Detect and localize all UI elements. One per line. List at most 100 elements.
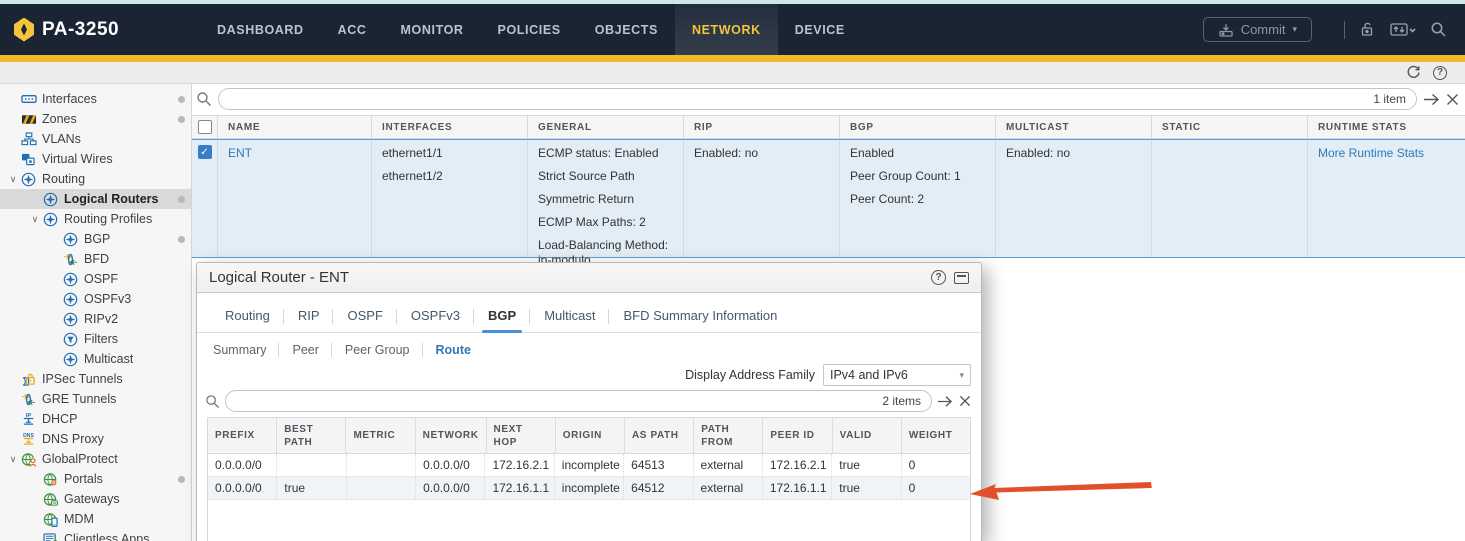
sidebar-item[interactable]: Zones [0,109,191,129]
sidebar-item[interactable]: BFD [0,249,191,269]
routing-profiles-icon [42,212,59,227]
route-column-header[interactable]: BEST PATH [277,418,346,453]
route-table-row[interactable]: 0.0.0.0/0 0.0.0.0/0 172.16.2.1 incomplet… [208,454,970,477]
column-header[interactable]: BGP [840,116,996,138]
sidebar-item[interactable]: Gateways [0,489,191,509]
divider [1344,21,1345,39]
route-column-header[interactable]: WEIGHT [902,418,970,453]
sidebar-item[interactable]: Multicast [0,349,191,369]
clear-filter-icon[interactable] [959,395,971,407]
sidebar-item[interactable]: DNS DNS Proxy [0,429,191,449]
dialog-tab[interactable]: Multicast [530,308,609,332]
paloalto-logo-icon [14,18,34,42]
sidebar-item[interactable]: OSPF [0,269,191,289]
column-header[interactable]: RUNTIME STATS [1308,116,1465,138]
sidebar-item[interactable]: Logical Routers [0,189,191,209]
row-checkbox[interactable]: ✓ [192,140,218,257]
filters-icon [62,332,79,347]
dialog-tab[interactable]: OSPF [333,308,396,332]
sidebar-item[interactable]: Interfaces [0,89,191,109]
apply-filter-icon[interactable] [1423,93,1440,106]
unlock-icon[interactable] [1359,21,1376,38]
sidebar-item[interactable]: OSPFv3 [0,289,191,309]
sidebar-item[interactable]: BGP [0,229,191,249]
sidebar-item[interactable]: Clientless Apps [0,529,191,541]
select-all-checkbox[interactable] [192,116,218,138]
route-column-header[interactable]: AS PATH [625,418,694,453]
dialog-tab[interactable]: BGP [474,308,530,332]
table-header-row: NAME INTERFACES GENERAL RIP BGP MULTICAS… [192,115,1465,139]
column-header[interactable]: MULTICAST [996,116,1152,138]
sidebar-item[interactable]: Filters [0,329,191,349]
sidebar-item-label: Portals [64,472,103,486]
chevron-down-icon[interactable]: ∨ [6,454,20,465]
column-header[interactable]: RIP [684,116,840,138]
route-column-header[interactable]: ORIGIN [556,418,625,453]
nav-tab[interactable]: DEVICE [778,4,862,55]
chevron-down-icon[interactable]: ∨ [6,174,20,185]
router-name-link[interactable]: ENT [228,146,252,160]
route-column-header[interactable]: PATH FROM [694,418,763,453]
column-header[interactable]: INTERFACES [372,116,528,138]
chevron-down-icon[interactable]: ∨ [28,214,42,225]
route-search-input[interactable]: 2 items [225,390,932,412]
nav-tab[interactable]: OBJECTS [578,4,675,55]
address-family-select[interactable]: IPv4 and IPv6 ▾ [823,364,971,386]
sidebar-item-label: OSPFv3 [84,292,131,306]
column-header[interactable]: STATIC [1152,116,1308,138]
route-column-header[interactable]: NETWORK [416,418,487,453]
route-table-row[interactable]: 0.0.0.0/0 true 0.0.0.0/0 172.16.1.1 inco… [208,477,970,500]
refresh-icon[interactable] [1406,65,1421,80]
sidebar-item[interactable]: GRE Tunnels [0,389,191,409]
chevron-down-icon: ▾ [1292,24,1297,35]
sidebar-item[interactable]: IP DHCP [0,409,191,429]
column-header[interactable]: NAME [218,116,372,138]
route-column-header[interactable]: PEER ID [763,418,832,453]
nav-tab[interactable]: NETWORK [675,4,778,55]
table-row[interactable]: ✓ ENT ethernet1/1 ethernet1/2 ECMP statu… [192,139,1465,258]
dialog-subtab[interactable]: Route [423,343,484,357]
nav-tab[interactable]: MONITOR [384,4,481,55]
sidebar-item[interactable]: IPSec Tunnels [0,369,191,389]
dialog-tab[interactable]: RIP [284,308,334,332]
cell-rip: Enabled: no [684,140,840,257]
sidebar-item-label: Logical Routers [64,192,158,206]
route-column-header[interactable]: NEXT HOP [487,418,556,453]
sidebar-item[interactable]: ∨ Routing Profiles [0,209,191,229]
sidebar-item[interactable]: Portals [0,469,191,489]
sidebar-item[interactable]: ∨ GlobalProtect [0,449,191,469]
more-runtime-stats-link[interactable]: More Runtime Stats [1318,146,1424,160]
dialog-tab[interactable]: Routing [211,308,284,332]
sidebar-item[interactable]: RIPv2 [0,309,191,329]
dialog-subtab[interactable]: Summary [213,343,279,357]
config-actions-icon[interactable] [1390,21,1416,38]
dialog-tab[interactable]: OSPFv3 [397,308,474,332]
status-dot [178,96,185,103]
dialog-tab[interactable]: BFD Summary Information [609,308,791,332]
route-column-header[interactable]: PREFIX [208,418,277,453]
nav-tab[interactable]: ACC [321,4,384,55]
apply-filter-icon[interactable] [937,395,953,408]
nav-tab[interactable]: POLICIES [481,4,578,55]
sidebar-item[interactable]: MDM [0,509,191,529]
sidebar-item[interactable]: Virtual Wires [0,149,191,169]
dialog-subtab[interactable]: Peer Group [332,343,423,357]
sidebar-item[interactable]: ∨ Routing [0,169,191,189]
commit-button[interactable]: Commit ▾ [1203,17,1312,42]
sidebar-item[interactable]: VLANs [0,129,191,149]
ipsec-tunnels-icon [20,372,37,387]
nav-tab-label: MONITOR [401,23,464,37]
search-icon[interactable] [1430,21,1447,38]
column-header[interactable]: GENERAL [528,116,684,138]
help-icon[interactable]: ? [1433,66,1447,80]
dialog-title-bar[interactable]: Logical Router - ENT ? [197,263,981,293]
cell-multicast: Enabled: no [996,140,1152,257]
dialog-window-icon[interactable] [954,272,969,284]
dialog-help-icon[interactable]: ? [931,270,946,285]
clear-filter-icon[interactable] [1446,93,1459,106]
route-column-header[interactable]: METRIC [346,418,415,453]
dialog-subtab[interactable]: Peer [279,343,331,357]
search-input[interactable]: 1 item [218,88,1417,110]
route-column-header[interactable]: VALID [833,418,902,453]
nav-tab[interactable]: DASHBOARD [200,4,321,55]
